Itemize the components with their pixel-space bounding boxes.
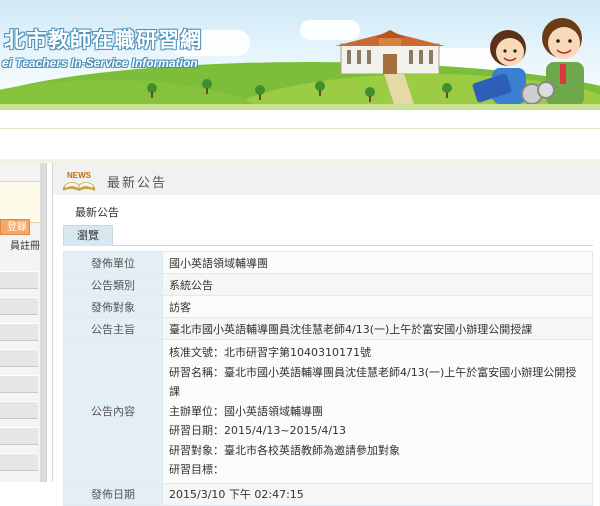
field-value: 訪客 bbox=[162, 295, 593, 318]
school-building-icon bbox=[335, 30, 445, 74]
panel-title: 最新公告 bbox=[107, 176, 168, 191]
tree bbox=[147, 83, 157, 98]
content-line: 主辦單位：國小英語領域輔導團 bbox=[169, 404, 323, 418]
tree bbox=[315, 81, 325, 96]
field-label: 發佈對象 bbox=[63, 295, 163, 318]
content-line: 研習目標： bbox=[169, 463, 224, 476]
table-row: 發佈對象 訪客 bbox=[63, 295, 593, 318]
register-link[interactable]: 員註冊 bbox=[0, 237, 40, 252]
sidebar-menu-item[interactable] bbox=[0, 323, 38, 341]
tree bbox=[255, 85, 265, 100]
sidebar-menu-item[interactable] bbox=[0, 375, 38, 393]
tree bbox=[365, 87, 375, 102]
sidebar-menu-item[interactable] bbox=[0, 453, 38, 471]
table-row: 公告內容 核准文號：北市研習字第1040310171號 研習名稱：臺北市國小英語… bbox=[63, 339, 593, 484]
field-value: 國小英語領域輔導團 bbox=[162, 251, 593, 274]
svg-text:NEWS: NEWS bbox=[67, 171, 92, 180]
field-label: 公告主旨 bbox=[63, 317, 163, 340]
tree bbox=[202, 79, 212, 94]
field-label: 發佈單位 bbox=[63, 251, 163, 274]
tab-browse[interactable]: 瀏覽 bbox=[63, 225, 113, 246]
field-label: 公告內容 bbox=[63, 339, 163, 484]
content-line: 研習日期：2015/4/13~2015/4/13 bbox=[169, 424, 347, 437]
site-subtitle: ei Teachers In-Service Information bbox=[2, 56, 198, 70]
header-spacer bbox=[53, 195, 600, 199]
announcement-detail-table: 發佈單位 國小英語領域輔導團 公告類別 系統公告 發佈對象 訪客 公告主旨 臺北… bbox=[63, 251, 593, 506]
announcement-panel: NEWS 最新公告 最新公告 瀏覽 發佈單位 國小英語領域輔導團 公告類別 系統… bbox=[52, 163, 600, 506]
field-value: 臺北市國小英語輔導團員沈佳慧老師4/13(一)上午於富安國小辦理公開授課 bbox=[162, 317, 593, 340]
table-row: 公告主旨 臺北市國小英語輔導團員沈佳慧老師4/13(一)上午於富安國小辦理公開授… bbox=[63, 317, 593, 340]
sidebar-menu-item[interactable] bbox=[0, 401, 38, 419]
field-label: 發佈日期 bbox=[63, 482, 163, 506]
table-row: 發佈日期 2015/3/10 下午 02:47:15 bbox=[63, 482, 593, 506]
nav-strip bbox=[0, 110, 600, 129]
content-line: 研習對象：臺北市各校英語教師為邀請參加對象 bbox=[169, 443, 400, 457]
tree bbox=[442, 83, 452, 98]
field-value: 2015/3/10 下午 02:47:15 bbox=[162, 482, 593, 506]
news-book-icon: NEWS bbox=[63, 171, 95, 191]
tab-bar: 瀏覽 bbox=[63, 225, 593, 246]
students-illustration-icon bbox=[472, 18, 584, 106]
sidebar-menu-item[interactable] bbox=[0, 349, 38, 367]
login-button[interactable]: 登錄 bbox=[0, 219, 30, 235]
breadcrumb: 最新公告 bbox=[75, 206, 119, 219]
sidebar-scrollbar[interactable] bbox=[40, 163, 46, 482]
table-row: 發佈單位 國小英語領域輔導團 bbox=[63, 251, 593, 274]
nav-area bbox=[0, 129, 600, 159]
content-line: 研習名稱：臺北市國小英語輔導團員沈佳慧老師4/13(一)上午於富安國小辦理公開授… bbox=[169, 365, 577, 399]
sidebar-menu-item[interactable] bbox=[0, 427, 38, 445]
announcement-content: 核准文號：北市研習字第1040310171號 研習名稱：臺北市國小英語輔導團員沈… bbox=[162, 339, 593, 484]
site-banner: 北市教師在職研習網 ei Teachers In-Service Informa… bbox=[0, 0, 600, 108]
sidebar-menu-item[interactable] bbox=[0, 297, 38, 315]
panel-header: NEWS 最新公告 bbox=[53, 163, 600, 196]
content-line: 核准文號：北市研習字第1040310171號 bbox=[169, 346, 371, 359]
sidebar-menu-item[interactable] bbox=[0, 271, 38, 289]
field-value: 系統公告 bbox=[162, 273, 593, 296]
login-box bbox=[0, 181, 43, 223]
table-row: 公告類別 系統公告 bbox=[63, 273, 593, 296]
site-title: 北市教師在職研習網 bbox=[4, 27, 202, 52]
field-label: 公告類別 bbox=[63, 273, 163, 296]
